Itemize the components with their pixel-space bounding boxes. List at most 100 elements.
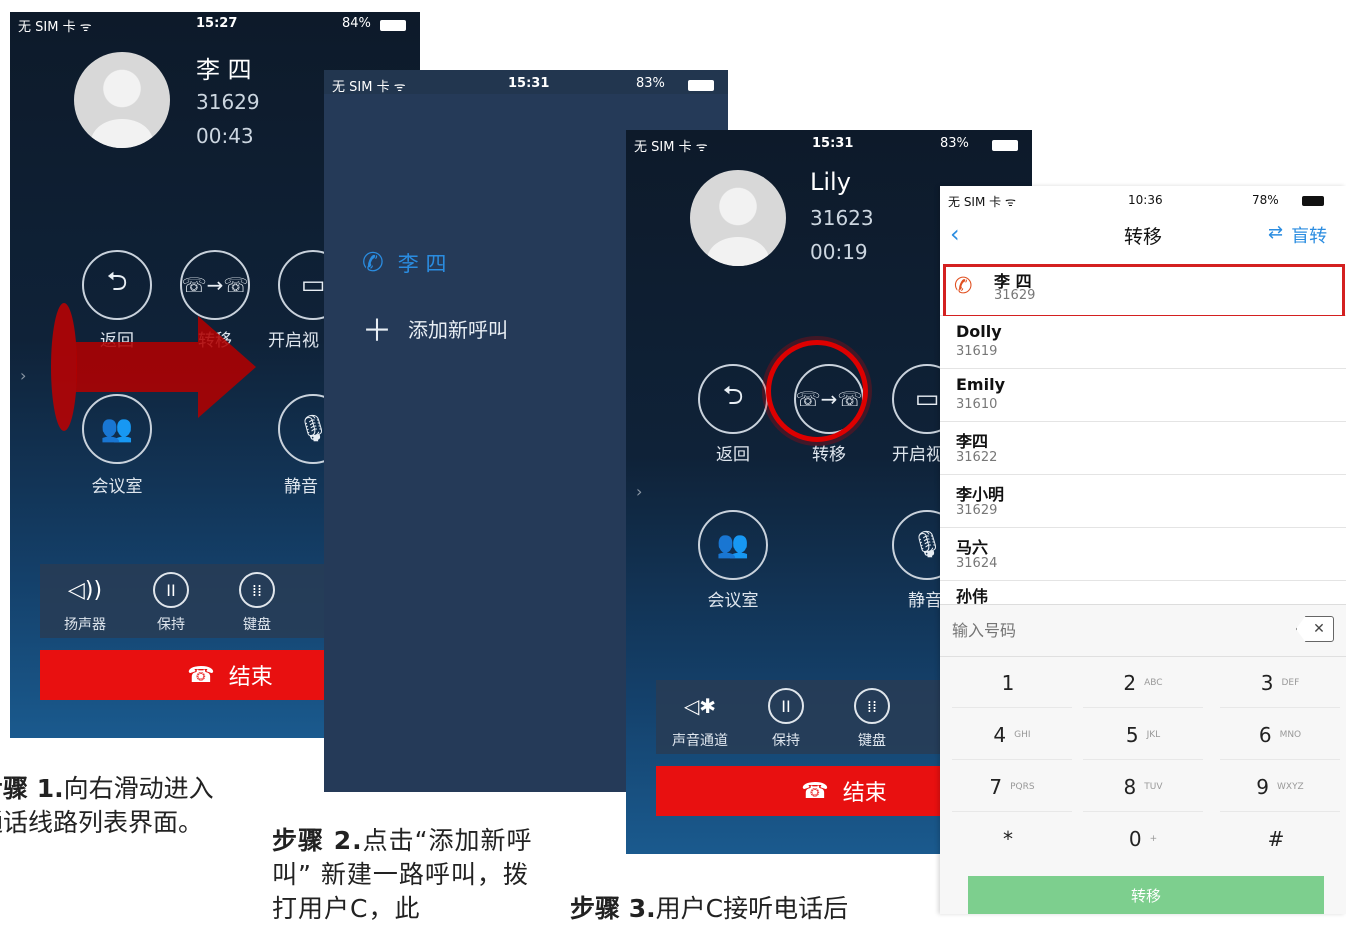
contact-row[interactable]: 李四 31622 — [940, 422, 1346, 475]
key-4[interactable]: 4 GHI — [952, 710, 1072, 760]
active-line-label: 李 四 — [397, 252, 447, 276]
keypad-icon: ⁞⁞ — [251, 580, 263, 600]
key-6[interactable]: 6 MNO — [1220, 710, 1340, 760]
status-bar: 无 SIM 卡 ᯤ 15:31 83% — [626, 130, 1032, 155]
contact-name: 李四 — [956, 432, 989, 451]
step2-caption: 步骤 2.点击“添加新呼叫” 新建一路呼叫，拨打用户C，此 — [272, 824, 540, 926]
keypad-label: 键盘 — [243, 617, 271, 633]
carrier-text: 无 SIM 卡 ᯤ — [634, 140, 708, 155]
battery-icon — [688, 80, 714, 91]
transfer-icon: ☏→☏ — [181, 273, 249, 297]
key-letters: JKL — [1146, 729, 1161, 740]
blind-transfer-button[interactable]: ⇄ 盲转 — [1268, 222, 1327, 248]
battery-icon — [992, 140, 1018, 151]
conference-button[interactable]: 👥 — [698, 510, 768, 580]
battery-text: 83% — [940, 136, 969, 151]
status-bar: 无 SIM 卡 ᯤ 10:36 78% — [940, 186, 1346, 212]
clock: 15:31 — [508, 76, 550, 91]
key-digit: 5 — [1125, 722, 1139, 747]
key-digit: 2 — [1123, 670, 1137, 695]
key-letters: + — [1149, 834, 1158, 844]
end-label: 结束 — [842, 781, 887, 806]
key-letters: WXYZ — [1277, 781, 1304, 792]
end-label: 结束 — [228, 665, 273, 690]
speaker-bluetooth-icon: ◁✱ — [683, 694, 717, 718]
clock: 15:27 — [196, 16, 238, 31]
keypad-label: 键盘 — [858, 733, 886, 749]
key-letters: DEF — [1281, 677, 1300, 688]
key-2[interactable]: 2 ABC — [1083, 658, 1203, 708]
keypad-button[interactable]: ⁞⁞ — [239, 572, 275, 608]
hangup-icon: ☎ — [187, 662, 215, 688]
undo-icon: ⮌ — [722, 381, 744, 411]
keypad-button[interactable]: ⁞⁞ — [854, 688, 890, 724]
audio-channel-button[interactable]: ◁✱ — [682, 688, 718, 724]
status-bar: 无 SIM 卡 ᯤ 15:27 84% — [10, 12, 420, 36]
clock: 15:31 — [812, 136, 854, 151]
key-digit: * — [1003, 827, 1013, 851]
contact-row[interactable]: Emily 31610 — [940, 369, 1346, 422]
step1-caption: 步骤 1.向右滑动进入通话线路列表界面。 — [0, 772, 234, 840]
highlight-circle — [766, 340, 868, 442]
phone-icon: ✆ — [362, 248, 384, 278]
key-star[interactable]: * — [952, 814, 1072, 864]
hold-button[interactable]: II — [768, 688, 804, 724]
key-hash[interactable]: # — [1220, 814, 1340, 864]
contact-row[interactable]: 李小明 31629 — [940, 475, 1346, 528]
add-call-label: 添加新呼叫 — [408, 317, 508, 342]
video-icon: ▭ — [914, 384, 940, 414]
hold-label: 保持 — [157, 617, 185, 633]
contact-number: 31619 — [956, 344, 998, 359]
step1-label: 步骤 1. — [0, 774, 64, 803]
contact-row[interactable]: Dolly 31619 — [940, 316, 1346, 369]
contact-number: 31622 — [956, 450, 998, 465]
key-digit: 4 — [993, 722, 1007, 747]
conference-label: 会议室 — [91, 477, 143, 497]
transfer-label: 转移 — [812, 445, 846, 465]
battery-icon — [380, 20, 406, 31]
key-letters: GHI — [1014, 729, 1031, 740]
key-0[interactable]: 0 + — [1083, 814, 1203, 864]
key-1[interactable]: 1 — [952, 658, 1072, 708]
mic-off-icon: 🎙 — [910, 530, 944, 560]
divider — [940, 656, 1346, 657]
contact-row[interactable]: 马六 31624 — [940, 528, 1346, 581]
swap-icon: ⇄ — [1268, 222, 1284, 243]
key-digit: 6 — [1258, 722, 1272, 747]
speaker-button[interactable]: ◁)) — [67, 572, 103, 608]
step3-label: 步骤 3. — [570, 894, 656, 923]
step3-caption: 步骤 3.用户C接听电话后 — [570, 892, 930, 926]
swipe-arrow-icon — [51, 303, 256, 431]
step2-label: 步骤 2. — [272, 826, 363, 855]
chevron-right-icon: › — [20, 366, 27, 385]
key-9[interactable]: 9 WXYZ — [1220, 762, 1340, 812]
pause-icon: II — [166, 580, 176, 600]
audio-channel-label: 声音通道 — [672, 733, 728, 749]
active-line-item[interactable]: ✆ 李 四 — [362, 248, 446, 278]
number-input[interactable] — [952, 616, 1252, 644]
hangup-icon: ☎ — [801, 778, 829, 804]
key-letters: TUV — [1144, 781, 1163, 792]
contact-number: 31623 — [810, 206, 874, 230]
battery-icon — [1302, 196, 1324, 206]
key-7[interactable]: 7 PQRS — [952, 762, 1072, 812]
back-button[interactable]: ⮌ — [698, 364, 768, 434]
battery-text: 84% — [342, 16, 371, 31]
video-icon: ▭ — [300, 270, 326, 300]
hold-button[interactable]: II — [153, 572, 189, 608]
transfer-confirm-button[interactable]: 转移 — [968, 876, 1324, 914]
key-5[interactable]: 5 JKL — [1083, 710, 1203, 760]
carrier-text: 无 SIM 卡 ᯤ — [332, 80, 406, 95]
key-3[interactable]: 3 DEF — [1220, 658, 1340, 708]
key-digit: 9 — [1256, 774, 1269, 799]
contact-name: 李 四 — [196, 56, 252, 84]
avatar — [74, 52, 170, 148]
add-call-item[interactable]: ＋ 添加新呼叫 — [362, 306, 508, 350]
plus-icon: ＋ — [362, 314, 392, 349]
contact-number: 31610 — [956, 397, 998, 412]
battery-text: 83% — [636, 76, 665, 91]
conference-label: 会议室 — [707, 591, 759, 611]
key-digit: 7 — [989, 774, 1003, 799]
key-8[interactable]: 8 TUV — [1083, 762, 1203, 812]
contact-name: 马六 — [956, 538, 989, 557]
